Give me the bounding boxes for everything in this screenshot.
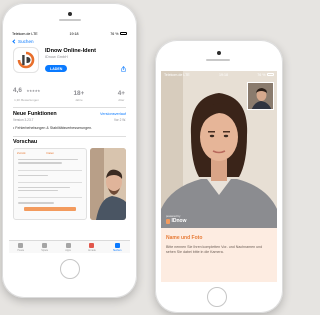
version-history-link[interactable]: Versionsverlauf <box>100 112 126 116</box>
brand-name: IDnow <box>171 218 187 224</box>
tab-search[interactable]: Suchen <box>112 242 122 252</box>
get-button[interactable]: LADEN <box>45 65 68 72</box>
share-icon[interactable] <box>121 66 126 72</box>
right-phone: Telekom.de LTE 19:18 76 % powered by IDn… <box>155 40 283 313</box>
app-store-screen: Telekom.de LTE 19:18 76 % Suchen IDnow O… <box>9 30 130 253</box>
instruction-text: Bitte nennen Sie Ihren kompletten Vor- u… <box>166 245 263 254</box>
preview-title: Vorschau <box>13 139 38 145</box>
battery-label: 76 % <box>257 72 266 77</box>
carrier-label: Telekom.de LTE <box>12 31 38 36</box>
front-camera <box>68 12 72 16</box>
battery-icon <box>120 32 127 35</box>
rating-value: 4,6 <box>13 87 22 94</box>
chevron-left-icon <box>12 38 17 44</box>
tab-arcade[interactable]: Arcade <box>87 242 96 252</box>
screenshot-continue-button <box>24 206 76 211</box>
tab-games[interactable]: Spiele <box>41 242 49 252</box>
whats-new-title: Neue Funktionen <box>13 110 57 117</box>
speaker-grille <box>59 19 81 21</box>
instruction-title: Name und Foto <box>166 235 203 241</box>
age-label: Jahre <box>75 98 83 102</box>
home-button[interactable] <box>207 287 227 307</box>
age-stat: 18+ Jahre <box>73 89 85 102</box>
self-view-pip[interactable] <box>247 82 274 110</box>
screenshot-video-call[interactable] <box>90 148 126 220</box>
carrier-label: Telekom.de LTE <box>164 72 190 77</box>
rank-label: Alter <box>118 98 125 102</box>
person-photo <box>90 148 126 220</box>
back-label: Suchen <box>18 38 34 44</box>
rating-stat: 4,6 ★★★★★ 1,3K Bewertungen <box>13 79 40 102</box>
speaker-grille <box>206 59 230 61</box>
video-feed: Telekom.de LTE 19:18 76 % powered by IDn… <box>161 71 277 228</box>
today-icon <box>18 242 24 248</box>
tab-label: Arcade <box>87 248 96 252</box>
joystick-icon <box>89 242 95 248</box>
clock: 19:18 <box>219 72 228 77</box>
screenshot-title: Daten <box>46 151 55 155</box>
screenshot-form[interactable]: Zurück Daten <box>13 148 87 220</box>
divider <box>13 135 126 136</box>
video-ident-screen: Telekom.de LTE 19:18 76 % powered by IDn… <box>161 71 277 282</box>
release-date: Vor 2 W. <box>113 117 126 122</box>
tab-label: Heute <box>17 248 25 252</box>
screenshot-carousel[interactable]: Zurück Daten <box>9 145 130 220</box>
tab-today[interactable]: Heute <box>17 242 25 252</box>
self-view-image <box>248 83 273 109</box>
rocket-icon <box>42 242 48 248</box>
status-bar: Telekom.de LTE 19:18 76 % <box>161 71 277 78</box>
powered-by-label: powered by <box>166 214 181 218</box>
instruction-panel: Name und Foto Bitte nennen Sie Ihren kom… <box>161 228 277 282</box>
developer-name: IDnow GmbH <box>45 55 68 59</box>
tab-label: Apps <box>65 248 71 252</box>
home-button[interactable] <box>60 259 80 279</box>
idnow-logo-icon <box>166 218 170 224</box>
status-bar: Telekom.de LTE 19:18 76 % <box>9 30 130 37</box>
rating-count: 1,3K Bewertungen <box>14 98 39 102</box>
app-stats: 4,6 ★★★★★ 1,3K Bewertungen 18+ Jahre 4+ … <box>9 75 130 104</box>
tab-apps[interactable]: Apps <box>65 242 71 252</box>
idnow-branding: powered by IDnow <box>166 214 187 224</box>
release-notes: • Fehlerbehebungen & Stabilitätsverbesse… <box>13 125 93 130</box>
front-camera <box>217 51 221 55</box>
app-header: IDnow Online-Ident IDnow GmbH LADEN <box>9 45 130 75</box>
idnow-logo-icon <box>17 51 35 69</box>
age-value: 18+ <box>73 89 85 97</box>
app-icon <box>13 47 39 73</box>
app-name: IDnow Online-Ident <box>45 48 96 54</box>
version-label: Version 3.23.7 <box>13 117 34 122</box>
tab-bar: Heute Spiele Apps Arcade Suchen <box>9 240 130 253</box>
screenshot-back-label: Zurück <box>17 151 26 155</box>
divider <box>13 107 126 108</box>
search-icon <box>114 242 120 248</box>
clock: 19:18 <box>69 31 79 36</box>
battery-label: 76 % <box>110 31 119 36</box>
rank-value: 4+ <box>117 89 125 97</box>
left-phone: Telekom.de LTE 19:18 76 % Suchen IDnow O… <box>2 3 137 298</box>
star-rating-icon: ★★★★★ <box>26 89 41 93</box>
battery-icon <box>267 73 274 76</box>
tab-label: Spiele <box>41 248 49 252</box>
apps-stack-icon <box>65 242 71 248</box>
tab-label: Suchen <box>112 248 122 252</box>
rank-stat: 4+ Alter <box>117 89 125 102</box>
back-button[interactable]: Suchen <box>9 37 130 45</box>
